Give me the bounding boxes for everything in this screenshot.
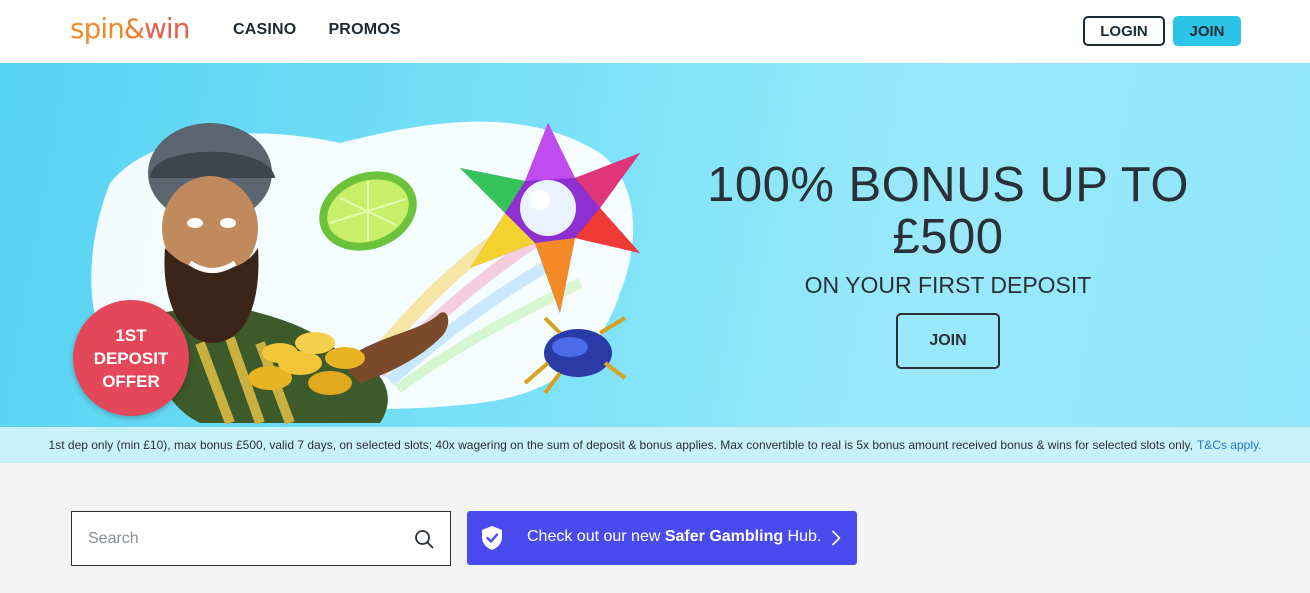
- safer-gambling-suffix: Hub.: [783, 528, 822, 545]
- first-deposit-offer-badge: 1ST DEPOSIT OFFER: [73, 300, 189, 416]
- nav-item-promos[interactable]: PROMOS: [328, 21, 400, 39]
- chevron-right-icon: [832, 530, 841, 546]
- badge-line-3: OFFER: [102, 371, 160, 391]
- terms-bar: 1st dep only (min £10), max bonus £500, …: [0, 427, 1310, 463]
- search-box: [71, 511, 451, 566]
- site-header: spin & win CASINO PROMOS LOGIN JOIN: [0, 0, 1310, 63]
- hero-banner: 1ST DEPOSIT OFFER 100% BONUS UP TO £500 …: [0, 63, 1310, 427]
- logo-text-spin: spin: [70, 12, 125, 45]
- search-icon[interactable]: [414, 529, 434, 549]
- safer-gambling-text: Check out our new Safer Gambling Hub.: [527, 528, 821, 546]
- brand-logo[interactable]: spin & win: [70, 12, 190, 48]
- search-input[interactable]: [72, 512, 402, 565]
- logo-text-win: win: [143, 12, 190, 45]
- hero-title-line-2: £500: [892, 210, 1004, 264]
- login-button[interactable]: LOGIN: [1083, 16, 1165, 46]
- hero-subtitle: ON YOUR FIRST DEPOSIT: [804, 272, 1092, 298]
- safer-gambling-bold: Safer Gambling: [664, 528, 784, 545]
- join-button[interactable]: JOIN: [1173, 16, 1241, 46]
- hero-join-button[interactable]: JOIN: [896, 313, 1000, 369]
- nav-item-casino[interactable]: CASINO: [233, 21, 296, 39]
- main-nav: CASINO PROMOS: [233, 21, 401, 39]
- hero-title-line-1: 100% BONUS UP TO: [707, 158, 1189, 212]
- badge-line-1: 1ST: [115, 325, 147, 345]
- hero-title: 100% BONUS UP TO £500: [700, 159, 1196, 263]
- terms-link[interactable]: T&Cs apply.: [1197, 438, 1261, 452]
- logo-ampersand: &: [123, 14, 145, 45]
- safer-gambling-prefix: Check out our new: [527, 528, 665, 545]
- shield-check-icon: [482, 526, 502, 550]
- badge-line-2: DEPOSIT: [93, 348, 169, 368]
- terms-text: 1st dep only (min £10), max bonus £500, …: [48, 438, 1193, 452]
